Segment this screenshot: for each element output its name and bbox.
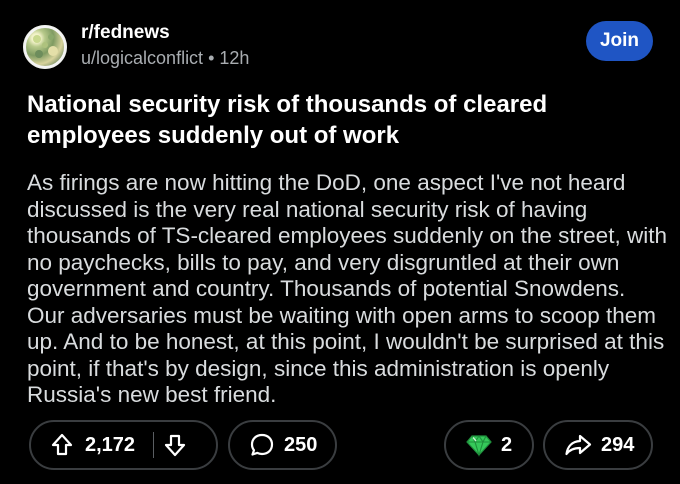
- meta-separator: •: [208, 48, 215, 68]
- comments-button[interactable]: 250: [228, 420, 337, 470]
- upvote-arrow-icon[interactable]: [51, 433, 73, 457]
- comment-bubble-icon: [249, 432, 275, 458]
- gem-award-icon: [465, 433, 493, 457]
- vote-bar: 2,172: [29, 420, 218, 470]
- post-age: 12h: [219, 48, 250, 68]
- award-button[interactable]: 2: [444, 420, 534, 470]
- upvote-count: 2,172: [85, 433, 136, 456]
- post-meta: u/logicalconflict • 12h: [81, 48, 249, 69]
- join-button[interactable]: Join: [586, 21, 653, 61]
- post-title[interactable]: National security risk of thousands of c…: [27, 89, 637, 151]
- subreddit-name[interactable]: r/fednews: [81, 22, 170, 44]
- downvote-arrow-icon[interactable]: [164, 433, 186, 457]
- post-body: As firings are now hitting the DoD, one …: [27, 170, 667, 407]
- share-button[interactable]: 294: [543, 420, 653, 470]
- subreddit-avatar[interactable]: [23, 25, 67, 69]
- award-count: 2: [501, 433, 513, 456]
- share-count: 294: [601, 433, 635, 456]
- author-name[interactable]: u/logicalconflict: [81, 48, 203, 68]
- share-arrow-icon: [564, 433, 592, 457]
- comment-count: 250: [284, 433, 318, 456]
- vote-divider: [153, 432, 155, 458]
